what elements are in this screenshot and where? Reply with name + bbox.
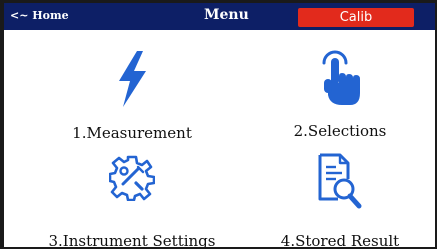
page-title: Menu bbox=[204, 7, 249, 23]
selections-tile[interactable]: 2.Selections bbox=[250, 43, 430, 140]
menu-item-label: 2.Selections bbox=[293, 122, 387, 140]
calib-button[interactable]: Calib bbox=[298, 8, 414, 27]
stored-result-tile[interactable]: 4.Stored Result bbox=[250, 153, 430, 247]
device-screen: <~ Home Menu Calib 1.Measurement 2.Selec… bbox=[4, 3, 435, 247]
menu-item-label: 3.Instrument Settings bbox=[48, 232, 216, 247]
measurement-tile[interactable]: 1.Measurement bbox=[42, 43, 222, 142]
top-bar: <~ Home Menu Calib bbox=[4, 3, 435, 30]
menu-item-label: 4.Stored Result bbox=[280, 232, 400, 247]
document-search-icon bbox=[318, 153, 362, 209]
tap-hand-icon bbox=[322, 50, 360, 105]
lightning-bolt-icon bbox=[119, 51, 146, 107]
gear-tools-icon bbox=[109, 155, 155, 201]
home-button[interactable]: <~ Home bbox=[10, 9, 69, 22]
instrument-settings-tile[interactable]: 3.Instrument Settings bbox=[42, 153, 222, 247]
menu-item-label: 1.Measurement bbox=[72, 124, 192, 142]
